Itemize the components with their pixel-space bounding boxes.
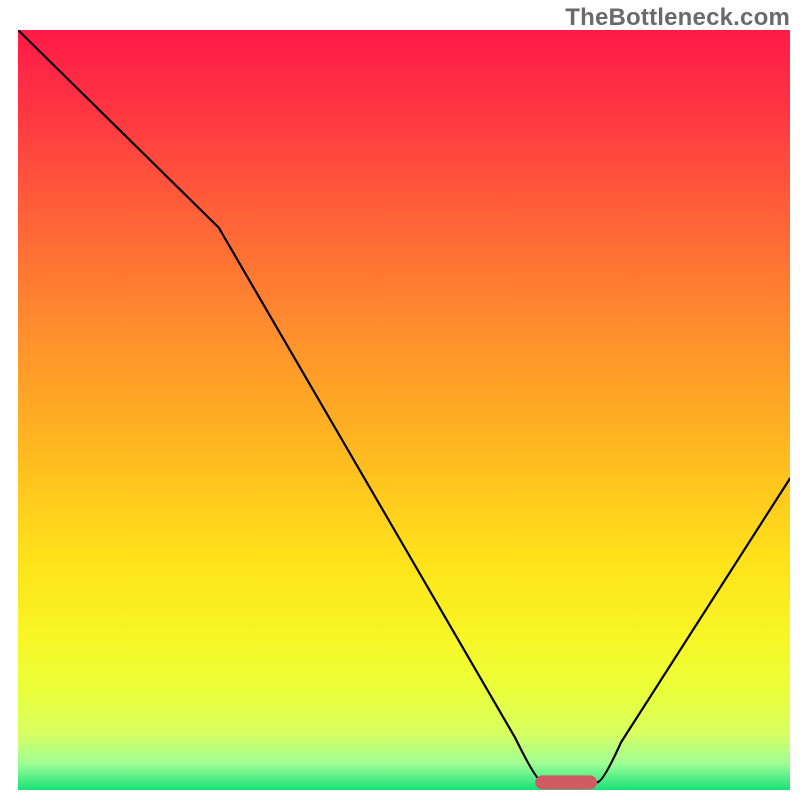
chart-canvas: TheBottleneck.com xyxy=(0,0,800,800)
optimal-range-marker xyxy=(535,775,597,789)
chart-svg xyxy=(0,0,800,800)
